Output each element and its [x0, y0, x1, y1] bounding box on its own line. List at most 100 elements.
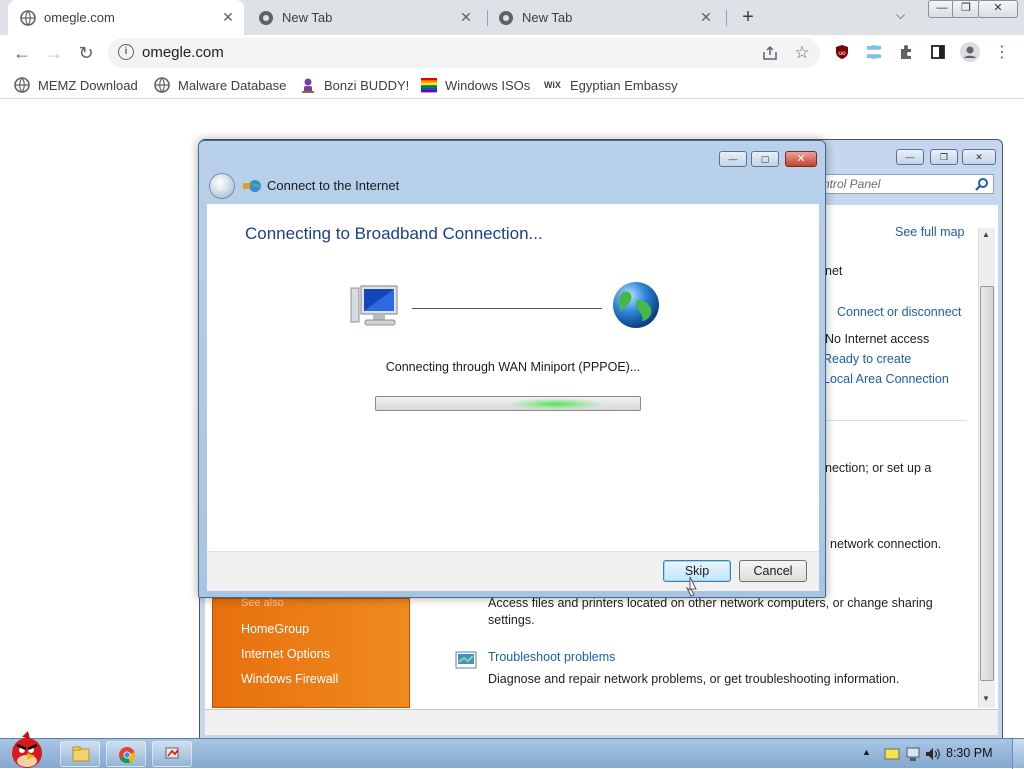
chrome-icon	[499, 10, 513, 25]
connect-or-disconnect-link[interactable]: Connect or disconnect	[837, 305, 961, 319]
tab-title: omegle.com	[44, 10, 115, 25]
minimize-button[interactable]: —	[719, 151, 747, 167]
cancel-button[interactable]: Cancel	[739, 560, 807, 582]
network-label: net	[825, 264, 843, 278]
status-bar	[205, 709, 998, 735]
chevron-up-icon[interactable]: ▲	[862, 747, 871, 757]
mouse-cursor-icon	[686, 576, 697, 597]
close-button[interactable]: ✕	[962, 149, 996, 165]
search-placeholder: ntrol Panel	[823, 177, 881, 191]
taskbar-chrome[interactable]	[106, 741, 146, 767]
bookmark-memz[interactable]: MEMZ Download	[14, 77, 138, 93]
reload-icon[interactable]: ↻	[74, 41, 98, 65]
bookmark-malware-database[interactable]: Malware Database	[154, 77, 286, 93]
bookmark-egyptian-embassy[interactable]: WiX Egyptian Embassy	[544, 77, 678, 93]
address-bar[interactable]: i omegle.com ☆	[108, 38, 820, 68]
chevron-down-icon[interactable]: ⌵	[896, 8, 905, 23]
local-area-connection-link[interactable]: Local Area Connection	[823, 372, 949, 386]
connect-description: network connection.	[830, 537, 942, 551]
access-files-description: Access files and printers located on oth…	[488, 596, 933, 610]
action-center-flag-icon[interactable]	[884, 747, 900, 761]
globe-icon	[20, 9, 36, 26]
search-icon[interactable]	[975, 177, 989, 191]
taskbar: ▲ 8:30 PM	[0, 731, 1024, 769]
scroll-up-icon[interactable]: ▲	[982, 230, 990, 239]
network-tray-icon[interactable]	[906, 746, 920, 762]
site-info-icon[interactable]: i	[118, 44, 134, 60]
ublock-icon[interactable]: uo	[834, 44, 850, 60]
taskbar-clock[interactable]: 8:30 PM	[946, 746, 993, 760]
chrome-icon	[259, 10, 273, 25]
search-input[interactable]: ntrol Panel	[820, 174, 994, 194]
progress-bar	[375, 396, 641, 411]
profile-avatar-icon[interactable]	[960, 42, 980, 62]
scroll-down-icon[interactable]: ▼	[982, 694, 990, 703]
network-wizard-icon	[243, 180, 261, 192]
homegroup-ready-link[interactable]: Ready to create	[823, 352, 911, 366]
connection-line	[412, 308, 602, 309]
forward-arrow-icon[interactable]: →	[42, 41, 66, 65]
network-wizard-icon	[165, 747, 179, 759]
close-tab-icon[interactable]: ✕	[220, 9, 236, 25]
globe-internet-icon	[613, 282, 659, 328]
menu-kebab-icon[interactable]: ⋮	[990, 41, 1014, 65]
scrollbar-thumb[interactable]	[980, 286, 994, 681]
troubleshoot-icon	[455, 651, 477, 669]
flag-extension-icon[interactable]	[866, 44, 882, 60]
see-full-map-link[interactable]: See full map	[895, 225, 964, 239]
back-arrow-icon[interactable]: ←	[209, 173, 235, 199]
sidebar-item-internet-options[interactable]: Internet Options	[241, 647, 330, 661]
side-panel-icon[interactable]	[930, 44, 946, 60]
volume-icon[interactable]	[924, 746, 940, 762]
chrome-icon	[119, 747, 136, 764]
close-window-button[interactable]: ✕	[978, 0, 1018, 18]
taskbar-explorer[interactable]	[60, 741, 100, 767]
back-arrow-icon[interactable]: ←	[10, 41, 34, 65]
settings-text: settings.	[488, 613, 535, 627]
tab-title: New Tab	[282, 10, 333, 25]
restore-button[interactable]: ❐	[952, 0, 980, 18]
scrollbar[interactable]: ▲ ▼	[978, 228, 995, 708]
extensions-puzzle-icon[interactable]	[898, 44, 914, 60]
restore-button[interactable]: ❐	[930, 149, 958, 165]
bookmark-bonzi-buddy[interactable]: Bonzi BUDDY!	[300, 77, 409, 93]
show-desktop-button[interactable]	[1012, 739, 1024, 769]
bonzi-icon	[302, 78, 314, 93]
see-also-header: See also	[241, 597, 284, 609]
dialog-title: Connect to the Internet	[267, 178, 400, 193]
folder-icon	[72, 746, 90, 762]
close-tab-icon[interactable]: ✕	[698, 9, 714, 25]
taskbar-network-wizard[interactable]	[152, 741, 192, 767]
tab-new-1[interactable]: New Tab ✕	[246, 0, 482, 35]
dialog-content: Connecting to Broadband Connection... Co…	[207, 204, 819, 551]
bookmark-label: Bonzi BUDDY!	[324, 77, 410, 93]
connect-to-internet-dialog: — ▢ ✕ ← Connect to the Internet Connecti…	[198, 140, 826, 598]
tab-title: New Tab	[522, 10, 573, 25]
angry-bird-start-icon[interactable]	[2, 731, 52, 769]
bookmark-windows-isos[interactable]: Windows ISOs	[421, 77, 530, 93]
troubleshoot-problems-link[interactable]: Troubleshoot problems	[488, 650, 615, 664]
share-icon[interactable]	[762, 45, 778, 61]
star-icon[interactable]: ☆	[794, 44, 810, 61]
tab-omegle[interactable]: omegle.com ✕	[8, 0, 244, 35]
computer-icon	[350, 285, 398, 326]
new-tab-button[interactable]: +	[738, 6, 758, 28]
dialog-footer: Skip Cancel	[207, 551, 819, 591]
bookmark-label: Windows ISOs	[445, 77, 531, 93]
sidebar-item-homegroup[interactable]: HomeGroup	[241, 622, 309, 636]
globe-icon	[14, 77, 30, 93]
sidebar-item-windows-firewall[interactable]: Windows Firewall	[241, 672, 338, 686]
connection-status: Connecting through WAN Miniport (PPPOE).…	[385, 360, 641, 374]
close-tab-icon[interactable]: ✕	[458, 9, 474, 25]
close-button[interactable]: ✕	[785, 151, 817, 167]
svg-text:uo: uo	[838, 50, 846, 57]
browser-toolbar: ← → ↻ i omegle.com ☆ uo ⋮	[0, 35, 1024, 71]
minimize-button[interactable]: —	[896, 149, 924, 165]
tab-new-2[interactable]: New Tab ✕	[486, 0, 722, 35]
access-type-value: No Internet access	[825, 332, 930, 346]
troubleshoot-description: Diagnose and repair network problems, or…	[488, 672, 900, 686]
maximize-button[interactable]: ▢	[751, 151, 779, 167]
tab-strip: omegle.com ✕ New Tab ✕ New Tab ✕ + ⌵ — ❐…	[0, 0, 1024, 35]
bookmark-label: MEMZ Download	[38, 77, 138, 93]
address-text[interactable]: omegle.com	[142, 44, 224, 61]
